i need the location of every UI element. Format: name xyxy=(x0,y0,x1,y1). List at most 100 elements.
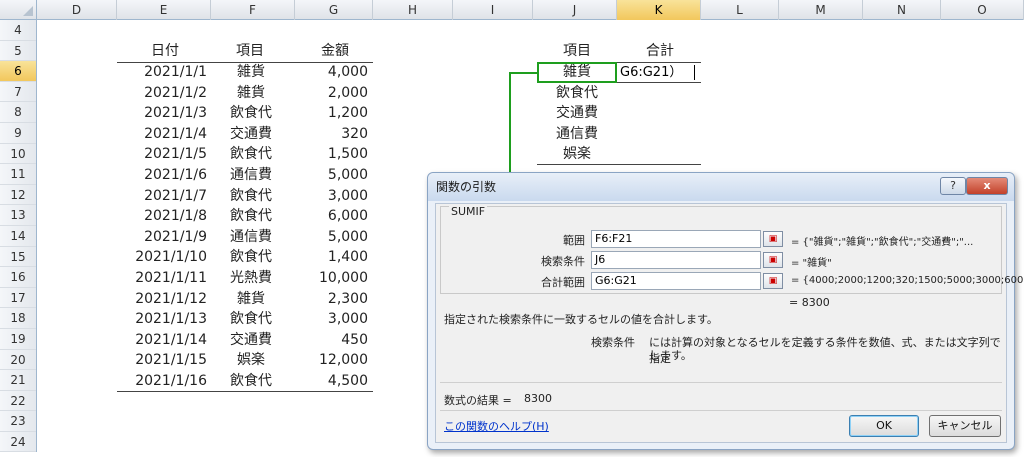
dialog-title[interactable]: 関数の引数 xyxy=(428,173,1014,201)
record-date[interactable]: 2021/1/4 xyxy=(117,124,207,144)
row-header[interactable]: 21 xyxy=(0,370,36,391)
column-header-g[interactable]: G xyxy=(295,0,373,20)
row-header[interactable]: 14 xyxy=(0,226,36,247)
record-item[interactable]: 飲食代 xyxy=(215,309,287,329)
cancel-button[interactable]: キャンセル xyxy=(929,415,1001,437)
summary-item-cell[interactable]: 飲食代 xyxy=(537,83,617,103)
row-header[interactable]: 8 xyxy=(0,102,36,123)
record-date[interactable]: 2021/1/10 xyxy=(117,247,207,267)
column-header-d[interactable]: D xyxy=(37,0,117,20)
header-item[interactable]: 項目 xyxy=(225,41,275,61)
column-header-e[interactable]: E xyxy=(117,0,211,20)
record-amount[interactable]: 1,500 xyxy=(290,144,368,164)
row-header[interactable]: 20 xyxy=(0,350,36,371)
record-amount[interactable]: 4,000 xyxy=(290,62,368,82)
summary-header-total[interactable]: 合計 xyxy=(630,41,690,61)
row-header[interactable]: 7 xyxy=(0,82,36,103)
header-amount[interactable]: 金額 xyxy=(305,41,365,61)
record-date[interactable]: 2021/1/14 xyxy=(117,330,207,350)
help-button[interactable]: ? xyxy=(940,177,966,195)
record-date[interactable]: 2021/1/13 xyxy=(117,309,207,329)
row-header[interactable]: 5 xyxy=(0,41,36,62)
column-header-f[interactable]: F xyxy=(211,0,295,20)
record-amount[interactable]: 10,000 xyxy=(290,268,368,288)
record-amount[interactable]: 12,000 xyxy=(290,350,368,370)
column-header-l[interactable]: L xyxy=(701,0,779,20)
row-header[interactable]: 10 xyxy=(0,144,36,165)
record-item[interactable]: 飲食代 xyxy=(215,103,287,123)
row-header[interactable]: 4 xyxy=(0,20,36,41)
record-date[interactable]: 2021/1/15 xyxy=(117,350,207,370)
record-item[interactable]: 雑貨 xyxy=(215,83,287,103)
column-header-h[interactable]: H xyxy=(373,0,453,20)
active-cell-k6[interactable]: G6:G21） xyxy=(617,62,701,83)
record-item[interactable]: 光熱費 xyxy=(215,268,287,288)
record-item[interactable]: 通信費 xyxy=(215,227,287,247)
row-header[interactable]: 24 xyxy=(0,432,36,453)
row-header[interactable]: 23 xyxy=(0,411,36,432)
record-date[interactable]: 2021/1/6 xyxy=(117,165,207,185)
record-date[interactable]: 2021/1/16 xyxy=(117,371,207,391)
record-amount[interactable]: 5,000 xyxy=(290,227,368,247)
record-amount[interactable]: 2,300 xyxy=(290,289,368,309)
header-date[interactable]: 日付 xyxy=(140,41,190,61)
record-date[interactable]: 2021/1/3 xyxy=(117,103,207,123)
close-button[interactable]: x xyxy=(966,177,1008,195)
sum-range-input[interactable]: G6:G21 xyxy=(591,272,761,290)
record-item[interactable]: 娯楽 xyxy=(215,350,287,370)
record-item[interactable]: 雑貨 xyxy=(215,62,287,82)
record-item[interactable]: 飲食代 xyxy=(215,371,287,391)
record-amount[interactable]: 450 xyxy=(290,330,368,350)
record-amount[interactable]: 4,500 xyxy=(290,371,368,391)
criteria-input[interactable]: J6 xyxy=(591,251,761,269)
row-header[interactable]: 19 xyxy=(0,329,36,350)
column-header-m[interactable]: M xyxy=(779,0,863,20)
select-all-corner[interactable] xyxy=(0,0,37,20)
record-amount[interactable]: 3,000 xyxy=(290,186,368,206)
record-amount[interactable]: 2,000 xyxy=(290,83,368,103)
row-header[interactable]: 16 xyxy=(0,267,36,288)
summary-item-cell[interactable]: 交通費 xyxy=(537,103,617,123)
record-amount[interactable]: 3,000 xyxy=(290,309,368,329)
record-item[interactable]: 飲食代 xyxy=(215,247,287,267)
range-input[interactable]: F6:F21 xyxy=(591,230,761,248)
column-header-o[interactable]: O xyxy=(941,0,1024,20)
record-date[interactable]: 2021/1/9 xyxy=(117,227,207,247)
record-item[interactable]: 通信費 xyxy=(215,165,287,185)
summary-item-cell[interactable]: 通信費 xyxy=(537,124,617,144)
column-header-j[interactable]: J xyxy=(533,0,617,20)
record-date[interactable]: 2021/1/2 xyxy=(117,83,207,103)
row-header[interactable]: 13 xyxy=(0,205,36,226)
collapse-dialog-icon[interactable]: ▣ xyxy=(763,252,783,268)
record-date[interactable]: 2021/1/11 xyxy=(117,268,207,288)
collapse-dialog-icon[interactable]: ▣ xyxy=(763,273,783,289)
record-amount[interactable]: 1,200 xyxy=(290,103,368,123)
row-header[interactable]: 17 xyxy=(0,288,36,309)
record-date[interactable]: 2021/1/5 xyxy=(117,144,207,164)
record-amount[interactable]: 320 xyxy=(290,124,368,144)
ok-button[interactable]: OK xyxy=(849,415,919,437)
record-date[interactable]: 2021/1/8 xyxy=(117,206,207,226)
record-item[interactable]: 雑貨 xyxy=(215,289,287,309)
column-header-n[interactable]: N xyxy=(863,0,941,20)
collapse-dialog-icon[interactable]: ▣ xyxy=(763,231,783,247)
row-header[interactable]: 6 xyxy=(0,61,36,82)
record-item[interactable]: 飲食代 xyxy=(215,206,287,226)
record-amount[interactable]: 5,000 xyxy=(290,165,368,185)
record-amount[interactable]: 6,000 xyxy=(290,206,368,226)
record-date[interactable]: 2021/1/7 xyxy=(117,186,207,206)
row-header[interactable]: 11 xyxy=(0,164,36,185)
record-date[interactable]: 2021/1/1 xyxy=(117,62,207,82)
record-amount[interactable]: 1,400 xyxy=(290,247,368,267)
row-header[interactable]: 9 xyxy=(0,123,36,144)
summary-item-cell[interactable]: 娯楽 xyxy=(537,144,617,164)
function-help-link[interactable]: この関数のヘルプ(H) xyxy=(444,418,549,434)
row-header[interactable]: 22 xyxy=(0,391,36,412)
column-header-i[interactable]: I xyxy=(453,0,533,20)
record-item[interactable]: 飲食代 xyxy=(215,144,287,164)
record-item[interactable]: 飲食代 xyxy=(215,186,287,206)
record-item[interactable]: 交通費 xyxy=(215,124,287,144)
summary-header-item[interactable]: 項目 xyxy=(545,41,609,61)
row-header[interactable]: 18 xyxy=(0,308,36,329)
column-header-k[interactable]: K xyxy=(617,0,701,20)
